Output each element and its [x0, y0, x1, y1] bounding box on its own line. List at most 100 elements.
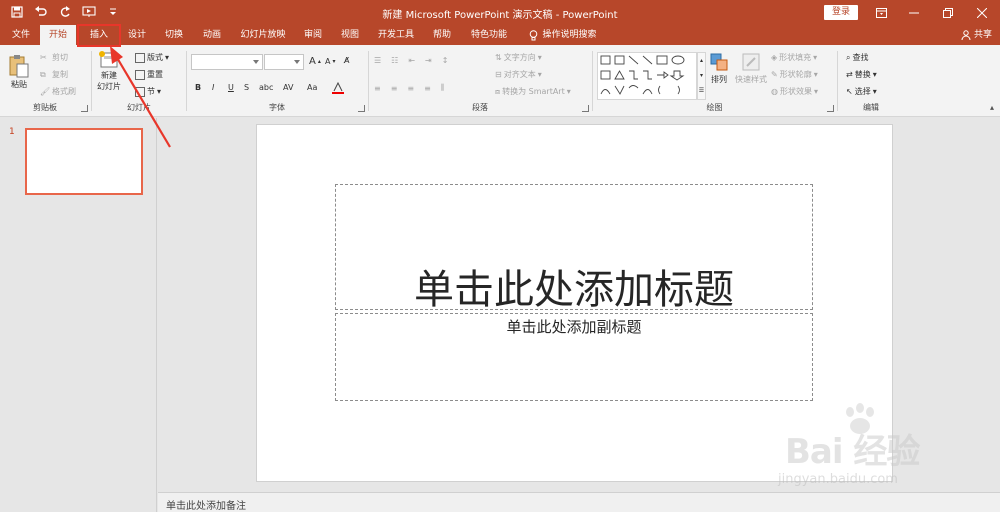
text-direction-button[interactable]: ⇅ 文字方向 ▾: [495, 52, 542, 63]
tab-home[interactable]: 开始: [40, 25, 76, 45]
align-right-icon[interactable]: ≡: [407, 84, 414, 93]
tab-slideshow[interactable]: 幻灯片放映: [235, 25, 291, 45]
subtitle-placeholder-text: 单击此处添加副标题: [506, 318, 642, 336]
shapes-gallery[interactable]: [597, 52, 697, 100]
login-button[interactable]: 登录: [824, 5, 858, 20]
new-slide-button[interactable]: 新建 幻灯片: [97, 50, 121, 92]
lightbulb-icon: [530, 29, 538, 40]
cut-label: 剪切: [52, 53, 68, 62]
cut-button[interactable]: ✂ 剪切: [40, 52, 68, 63]
font-launcher-icon[interactable]: [358, 105, 365, 112]
shape-effects-button[interactable]: ◍ 形状效果 ▾: [771, 86, 818, 97]
grow-font-icon: A: [309, 56, 316, 67]
replace-button[interactable]: ⇄ 替换 ▾: [846, 69, 877, 80]
text-direction-icon: ⇅: [495, 53, 502, 62]
slides-group-label: 幻灯片: [127, 103, 151, 112]
share-button[interactable]: 共享: [961, 25, 992, 45]
justify-icon[interactable]: ≡: [424, 84, 431, 93]
character-spacing-button[interactable]: AV: [283, 83, 293, 92]
shapes-gallery-icon: [600, 55, 685, 95]
ribbon-display-options-icon[interactable]: [863, 0, 899, 25]
arrange-icon: [710, 53, 728, 71]
align-center-icon[interactable]: ≡: [391, 84, 398, 93]
tab-help[interactable]: 帮助: [426, 25, 458, 45]
italic-button[interactable]: I: [212, 83, 214, 92]
bold-button[interactable]: B: [195, 83, 201, 92]
select-button[interactable]: ↖ 选择 ▾: [846, 86, 877, 97]
collapse-ribbon-icon[interactable]: ▴: [990, 103, 994, 112]
font-name-combobox[interactable]: [191, 54, 263, 70]
quick-styles-label: 快速样式: [735, 75, 767, 84]
tab-file[interactable]: 文件: [4, 25, 38, 45]
strikethrough-button[interactable]: S: [244, 83, 249, 92]
slide-thumbnail-number: 1: [9, 127, 15, 137]
layout-label: 版式: [147, 53, 163, 62]
shape-fill-button[interactable]: ◈ 形状填充 ▾: [771, 52, 817, 63]
format-painter-button[interactable]: 🖌 格式刷: [40, 86, 76, 97]
paragraph-group-label: 段落: [472, 103, 488, 112]
paste-button[interactable]: 粘贴: [8, 54, 30, 90]
arrange-label: 排列: [711, 75, 727, 84]
section-button[interactable]: 节 ▾: [135, 86, 161, 97]
tell-me-search[interactable]: 操作说明搜索: [522, 25, 604, 45]
font-group-label: 字体: [269, 103, 285, 112]
copy-icon: ⧉: [40, 69, 46, 79]
close-icon[interactable]: [964, 0, 1000, 25]
clipboard-launcher-icon[interactable]: [81, 105, 88, 112]
tab-developer[interactable]: 开发工具: [372, 25, 420, 45]
search-icon: ⌕: [846, 52, 851, 62]
columns-icon[interactable]: ⫼: [441, 83, 445, 93]
section-label: 节: [147, 87, 155, 96]
shape-outline-button[interactable]: ✎ 形状轮廓 ▾: [771, 69, 818, 80]
tab-animations[interactable]: 动画: [196, 25, 228, 45]
numbering-icon[interactable]: ☷: [391, 56, 398, 65]
watermark-url: jingyan.baidu.com: [778, 472, 898, 487]
title-bar: 新建 Microsoft PowerPoint 演示文稿 - PowerPoin…: [0, 0, 1000, 25]
tab-features[interactable]: 特色功能: [464, 25, 514, 45]
find-button[interactable]: ⌕ 查找: [846, 52, 868, 63]
text-shadow-button[interactable]: abc: [259, 83, 273, 92]
restore-icon[interactable]: [930, 0, 966, 25]
quick-styles-button[interactable]: 快速样式: [735, 52, 767, 85]
minimize-icon[interactable]: [896, 0, 932, 25]
editing-group-label: 编辑: [863, 103, 879, 112]
arrange-button[interactable]: 排列: [709, 52, 729, 85]
increase-indent-icon[interactable]: ⇥: [425, 56, 432, 65]
change-case-button[interactable]: Aa: [307, 83, 317, 92]
title-placeholder-text: 单击此处添加标题: [414, 267, 734, 313]
clear-formatting-icon[interactable]: A̸: [344, 56, 349, 65]
tab-design[interactable]: 设计: [121, 25, 153, 45]
line-spacing-icon[interactable]: ↕: [442, 56, 449, 65]
shrink-font-button[interactable]: A ▾: [325, 57, 336, 66]
bullets-icon[interactable]: ☰: [374, 56, 381, 65]
tab-view[interactable]: 视图: [334, 25, 366, 45]
reset-button[interactable]: 重置: [135, 69, 163, 80]
group-editing: ⌕ 查找 ⇄ 替换 ▾ ↖ 选择 ▾ 编辑: [838, 48, 904, 116]
paste-icon: [9, 55, 29, 78]
drawing-launcher-icon[interactable]: [827, 105, 834, 112]
format-painter-label: 格式刷: [52, 87, 76, 96]
subtitle-placeholder[interactable]: 单击此处添加副标题: [335, 313, 813, 401]
layout-button[interactable]: 版式 ▾: [135, 52, 169, 63]
font-color-button[interactable]: [332, 82, 344, 94]
notes-pane[interactable]: 单击此处添加备注: [158, 492, 1000, 512]
align-left-icon[interactable]: ≡: [374, 84, 381, 93]
quick-styles-icon: [742, 53, 760, 71]
slide-thumbnail[interactable]: [25, 128, 143, 195]
tab-review[interactable]: 审阅: [297, 25, 329, 45]
grow-font-button[interactable]: A ▴: [309, 56, 321, 67]
select-label: 选择: [854, 87, 871, 96]
copy-button[interactable]: ⧉ 复制: [40, 69, 68, 80]
decrease-indent-icon[interactable]: ⇤: [408, 56, 415, 65]
shapes-scroll[interactable]: ▴ ▾ ☰: [697, 52, 706, 100]
align-text-label: 对齐文本: [503, 70, 536, 79]
list-buttons: ☰ ☷ ⇤ ⇥ ↕: [374, 56, 448, 65]
underline-button[interactable]: U: [228, 83, 234, 92]
font-size-combobox[interactable]: [264, 54, 304, 70]
tab-transitions[interactable]: 切换: [158, 25, 190, 45]
group-font: A ▴ A ▾ A̸ B I U S abc AV Aa 字体: [187, 48, 367, 116]
align-text-button[interactable]: ⊟ 对齐文本 ▾: [495, 69, 542, 80]
paragraph-launcher-icon[interactable]: [582, 105, 589, 112]
convert-smartart-button[interactable]: ⧈ 转换为 SmartArt ▾: [495, 86, 571, 97]
title-placeholder[interactable]: 单击此处添加标题: [335, 184, 813, 313]
